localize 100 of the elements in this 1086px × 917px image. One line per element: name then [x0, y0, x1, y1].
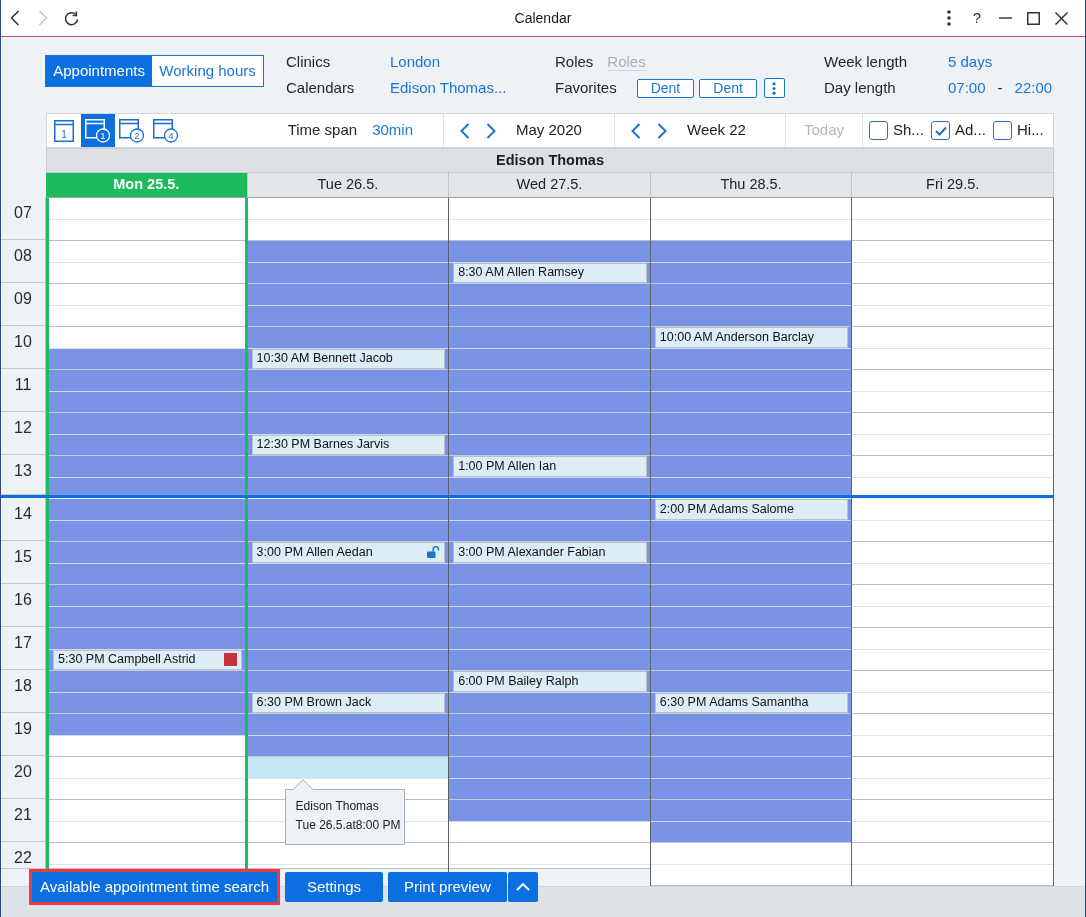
time-slot[interactable] — [247, 563, 449, 585]
action-button[interactable]: Available appointment time search — [29, 869, 281, 905]
time-span-link[interactable]: 30min — [372, 119, 413, 142]
time-slot[interactable] — [650, 542, 852, 564]
time-slot[interactable] — [650, 778, 852, 800]
time-slot[interactable] — [247, 413, 449, 435]
time-slot[interactable] — [49, 628, 245, 650]
time-slot[interactable] — [49, 520, 245, 542]
time-slot[interactable] — [49, 456, 245, 478]
time-slot[interactable] — [650, 262, 852, 284]
menu-toggle-button[interactable] — [507, 872, 538, 902]
time-slot[interactable] — [449, 284, 650, 306]
time-slot[interactable] — [650, 563, 852, 585]
time-slot[interactable] — [449, 649, 650, 671]
view-button[interactable]: 1 — [47, 114, 81, 147]
time-slot[interactable] — [650, 606, 852, 628]
time-slot[interactable] — [449, 692, 650, 714]
time-slot[interactable] — [650, 284, 852, 306]
time-slot[interactable] — [49, 499, 245, 521]
time-slot[interactable] — [49, 348, 245, 370]
favorite-button[interactable]: Dent — [636, 78, 695, 98]
time-slot[interactable] — [650, 800, 852, 822]
help-button[interactable]: ? — [963, 3, 991, 33]
time-slot[interactable] — [49, 714, 245, 736]
action-button[interactable]: Settings — [285, 872, 384, 902]
time-slot[interactable] — [247, 327, 449, 349]
time-slot[interactable] — [49, 606, 245, 628]
time-slot[interactable] — [449, 499, 650, 521]
day-header[interactable]: Fri 29.5. — [852, 172, 1054, 197]
time-slot[interactable] — [650, 821, 852, 843]
more-button[interactable] — [763, 78, 785, 98]
time-slot[interactable] — [449, 628, 650, 650]
time-slot[interactable] — [449, 434, 650, 456]
time-slot[interactable] — [650, 714, 852, 736]
time-slot[interactable] — [650, 434, 852, 456]
time-slot[interactable] — [49, 671, 245, 693]
time-slot[interactable] — [449, 585, 650, 607]
time-slot[interactable] — [247, 262, 449, 284]
time-slot[interactable] — [449, 305, 650, 327]
time-slot[interactable] — [247, 370, 449, 392]
time-slot[interactable] — [449, 714, 650, 736]
time-slot[interactable] — [650, 735, 852, 757]
time-slot[interactable] — [49, 413, 245, 435]
time-slot[interactable] — [49, 434, 245, 456]
time-slot[interactable] — [650, 456, 852, 478]
time-slot[interactable] — [449, 735, 650, 757]
time-slot[interactable] — [650, 413, 852, 435]
calendar-link[interactable]: Edison Thomas... — [390, 76, 507, 100]
day-start-link[interactable]: 07:00 — [948, 76, 986, 100]
time-slot[interactable] — [650, 628, 852, 650]
time-slot[interactable] — [49, 370, 245, 392]
option-label[interactable]: Sh... — [893, 119, 924, 142]
time-slot[interactable] — [449, 606, 650, 628]
time-slot[interactable] — [650, 348, 852, 370]
time-slot[interactable] — [247, 305, 449, 327]
time-slot[interactable] — [247, 456, 449, 478]
time-slot[interactable] — [49, 692, 245, 714]
day-end-link[interactable]: 22:00 — [1014, 76, 1053, 100]
time-slot[interactable] — [449, 348, 650, 370]
time-slot[interactable] — [49, 563, 245, 585]
time-slot[interactable] — [49, 391, 245, 413]
time-slot[interactable] — [650, 757, 852, 779]
checkbox[interactable] — [931, 121, 950, 140]
time-slot[interactable] — [247, 735, 449, 757]
time-slot[interactable] — [449, 370, 650, 392]
time-slot[interactable] — [449, 520, 650, 542]
time-slot[interactable] — [650, 241, 852, 263]
day-header[interactable]: Thu 28.5. — [650, 172, 853, 197]
time-slot[interactable] — [449, 391, 650, 413]
mode-tab[interactable]: Appointments — [46, 56, 153, 86]
time-slot[interactable] — [49, 585, 245, 607]
week-length-link[interactable]: 5 days — [948, 50, 1053, 74]
clinic-link[interactable]: London — [390, 50, 507, 74]
time-slot[interactable] — [650, 305, 852, 327]
day-header[interactable]: Tue 26.5. — [247, 172, 450, 197]
time-slot[interactable] — [247, 241, 449, 263]
time-slot[interactable] — [650, 520, 852, 542]
action-button[interactable]: Print preview — [388, 872, 507, 902]
time-slot[interactable] — [247, 585, 449, 607]
time-slot[interactable] — [247, 714, 449, 736]
time-slot[interactable] — [650, 370, 852, 392]
time-slot[interactable] — [247, 649, 449, 671]
favorite-button[interactable]: Dent — [699, 78, 757, 98]
time-slot[interactable] — [247, 671, 449, 693]
checkbox[interactable] — [993, 121, 1012, 140]
option-label[interactable]: Ad... — [955, 119, 986, 142]
time-slot[interactable] — [650, 391, 852, 413]
time-slot[interactable] — [449, 563, 650, 585]
time-slot[interactable] — [247, 499, 449, 521]
time-slot[interactable] — [247, 606, 449, 628]
time-slot[interactable] — [650, 671, 852, 693]
time-slot[interactable] — [650, 649, 852, 671]
time-slot[interactable] — [247, 843, 449, 865]
time-slot[interactable] — [449, 757, 650, 779]
time-slot[interactable] — [449, 413, 650, 435]
time-slot[interactable] — [247, 628, 449, 650]
time-slot[interactable] — [247, 520, 449, 542]
time-slot[interactable] — [449, 241, 650, 263]
mode-tab[interactable]: Working hours — [152, 56, 263, 86]
time-slot[interactable] — [449, 800, 650, 822]
